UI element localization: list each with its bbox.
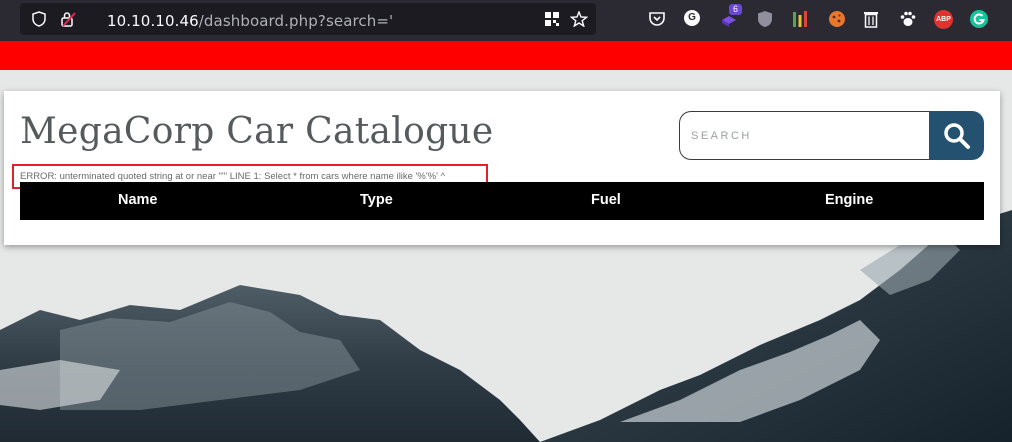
trash-icon[interactable] [863,10,881,28]
page-title: MegaCorp Car Catalogue [20,111,494,152]
equalizer-icon[interactable] [792,10,810,28]
column-header-engine: Engine [825,192,874,208]
paw-icon[interactable] [899,10,917,28]
url-text: 10.10.10.46/dashboard.php?search=' [107,12,394,30]
search-input[interactable] [679,111,931,160]
qr-code-icon[interactable] [544,11,560,27]
search-button[interactable] [929,111,984,160]
grammar-check-icon[interactable] [970,10,988,28]
pocket-icon[interactable] [648,10,666,28]
shield-icon[interactable] [31,11,47,27]
cookie-icon[interactable] [828,10,846,28]
address-bar[interactable]: 10.10.10.46/dashboard.php?search=' [20,3,596,35]
table-header: Name Type Fuel Engine [20,182,984,220]
column-header-name: Name [118,192,158,208]
privacy-shield-icon[interactable] [757,10,775,28]
adblock-plus-icon[interactable]: ABP [934,10,953,29]
top-banner [0,41,1012,70]
catalogue-panel: MegaCorp Car Catalogue ERROR: unterminat… [4,91,1000,245]
column-header-type: Type [360,192,393,208]
grammarly-icon[interactable]: G [684,10,700,26]
extension-badge-count: 6 [729,4,743,15]
lock-warning-icon[interactable] [60,11,76,27]
sql-error-message: ERROR: unterminated quoted string at or … [20,171,446,182]
browser-toolbar: 10.10.10.46/dashboard.php?search=' G 6 A… [0,0,1012,41]
column-header-fuel: Fuel [591,192,621,208]
bookmark-star-icon[interactable] [569,10,589,28]
